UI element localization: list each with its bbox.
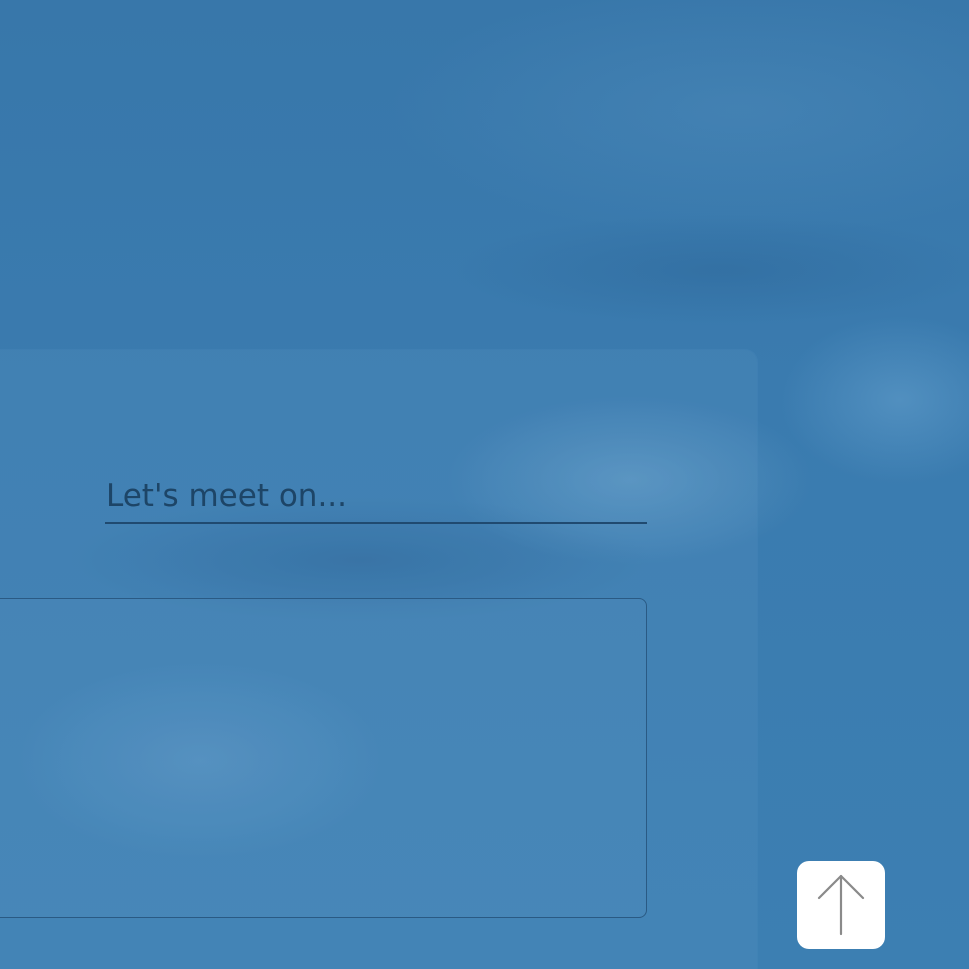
hero-heading: e xyxy=(0,108,2,184)
meeting-date-field[interactable]: Let's meet on... xyxy=(105,466,647,524)
message-textarea[interactable] xyxy=(0,598,647,918)
meeting-date-placeholder: Let's meet on... xyxy=(106,478,348,514)
arrow-up-icon xyxy=(817,874,865,936)
scroll-to-top-button[interactable] xyxy=(797,861,885,949)
page-background: e Let's meet on... xyxy=(0,0,969,969)
